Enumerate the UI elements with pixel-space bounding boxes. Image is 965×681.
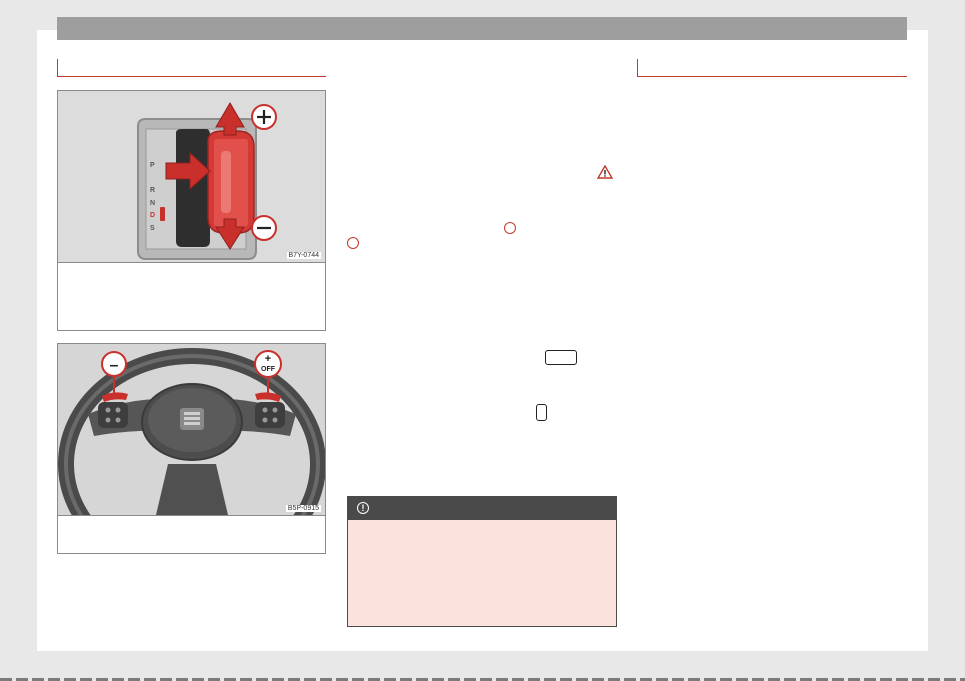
key-button-narrow xyxy=(536,404,547,421)
header-bar xyxy=(57,17,907,40)
callout-marker-a xyxy=(504,222,516,234)
left-section-rule xyxy=(57,57,326,77)
key-button-wide xyxy=(545,350,577,365)
notice-box: ! xyxy=(347,496,617,627)
gear-selector-image: P R N D S B7Y-0744 xyxy=(58,91,325,263)
paddle-off-label: OFF xyxy=(261,366,276,373)
figure-steering-wheel: – + OFF B5P-0915 xyxy=(57,343,326,554)
notice-icon: ! xyxy=(357,502,369,514)
gear-letter-r: R xyxy=(150,187,155,194)
minus-circle-icon xyxy=(251,215,277,241)
paddle-minus-label: – xyxy=(110,357,119,374)
figure-code: B5P-0915 xyxy=(285,505,321,512)
right-section-rule xyxy=(637,57,907,77)
steering-wheel-image: – + OFF B5P-0915 xyxy=(58,344,325,516)
figure-code: B7Y-0744 xyxy=(286,252,321,259)
seat-logo-icon xyxy=(180,408,204,430)
paddle-plus-label: + xyxy=(265,353,271,365)
warning-triangle-icon xyxy=(597,165,613,179)
steering-wheel-illustration: – + OFF xyxy=(58,344,325,515)
callout-marker-b xyxy=(347,237,359,249)
gear-letter-n: N xyxy=(150,200,155,207)
gear-letter-p: P xyxy=(150,162,155,169)
gear-letter-s: S xyxy=(150,225,155,232)
figure-gear-selector: P R N D S B7Y-0744 xyxy=(57,90,326,331)
gear-selector-illustration: P R N D S xyxy=(58,91,325,262)
notice-header: ! xyxy=(348,497,616,520)
gear-letter-d: D xyxy=(150,212,155,219)
plus-circle-icon xyxy=(251,104,277,130)
